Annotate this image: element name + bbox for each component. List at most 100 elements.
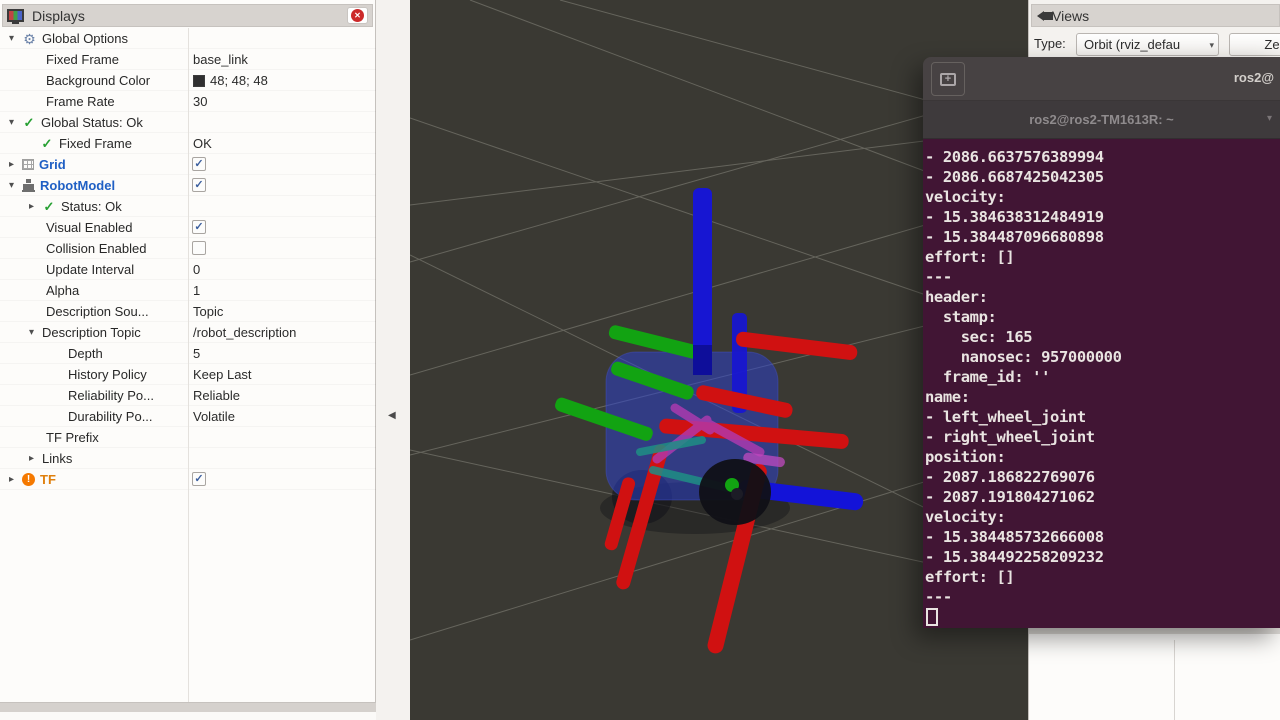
property-column-divider[interactable] bbox=[188, 28, 189, 702]
property-label: Alpha bbox=[46, 281, 79, 301]
property-value-text: OK bbox=[193, 134, 212, 154]
property-value[interactable]: base_link bbox=[193, 49, 248, 70]
terminal-line: - 15.384485732666008 bbox=[925, 527, 1280, 547]
expand-arrow-right-icon[interactable]: ▸ bbox=[26, 197, 37, 217]
property-label: Fixed Frame bbox=[59, 134, 132, 154]
property-label: Background Color bbox=[46, 71, 150, 91]
property-label: Global Status: Ok bbox=[41, 113, 143, 133]
displays-panel-title: Displays bbox=[32, 8, 85, 24]
displays-panel: Displays ✕ ▾⚙Global OptionsFixed Frameba… bbox=[0, 0, 376, 720]
expand-arrow-right-icon[interactable]: ▸ bbox=[6, 155, 17, 175]
property-label: RobotModel bbox=[40, 176, 115, 196]
property-name-cell: Description Sou... bbox=[0, 301, 188, 322]
terminal-tab-title: ros2@ros2-TM1613R: ~ bbox=[1029, 112, 1174, 127]
terminal-output[interactable]: - 2086.6637576389994- 2086.6687425042305… bbox=[923, 139, 1280, 628]
checkbox[interactable]: ✓ bbox=[192, 472, 206, 486]
terminal-line: effort: [] bbox=[925, 247, 1280, 267]
property-value[interactable]: 5 bbox=[193, 343, 200, 364]
property-value-text: Reliable bbox=[193, 386, 240, 406]
warn-icon: ! bbox=[22, 473, 35, 486]
terminal-line: - 15.384492258209232 bbox=[925, 547, 1280, 567]
property-name-cell: History Policy bbox=[0, 364, 188, 385]
checkbox[interactable]: ✓ bbox=[192, 220, 206, 234]
panel-splitter[interactable] bbox=[0, 702, 376, 712]
property-value[interactable]: 30 bbox=[193, 91, 207, 112]
terminal-tab-bar[interactable]: ros2@ros2-TM1613R: ~ ▾ bbox=[923, 101, 1280, 139]
terminal-line: - right_wheel_joint bbox=[925, 427, 1280, 447]
views-list-area[interactable] bbox=[1029, 628, 1280, 720]
displays-panel-header[interactable]: Displays ✕ bbox=[2, 4, 373, 27]
property-label: Collision Enabled bbox=[46, 239, 146, 259]
property-value[interactable]: 1 bbox=[193, 280, 200, 301]
views-panel-header[interactable]: Views bbox=[1031, 4, 1280, 27]
property-label: Fixed Frame bbox=[46, 50, 119, 70]
property-value-text: 1 bbox=[193, 281, 200, 301]
views-list-divider bbox=[1174, 640, 1175, 720]
new-tab-button[interactable]: + bbox=[931, 62, 965, 96]
property-value-text: /robot_description bbox=[193, 323, 296, 343]
displays-close-button[interactable]: ✕ bbox=[347, 7, 368, 24]
property-name-cell: ▾ RobotModel bbox=[0, 175, 188, 196]
property-value[interactable]: Keep Last bbox=[193, 364, 252, 385]
tab-chevron-down-icon[interactable]: ▾ bbox=[1267, 113, 1272, 124]
property-value[interactable]: Topic bbox=[193, 301, 223, 322]
color-swatch bbox=[193, 75, 205, 87]
terminal-line: - 2087.191804271062 bbox=[925, 487, 1280, 507]
gear-icon: ⚙ bbox=[22, 29, 37, 49]
property-name-cell: ▸✓Status: Ok bbox=[0, 196, 188, 217]
property-value[interactable]: 48; 48; 48 bbox=[193, 70, 268, 91]
views-panel-title: Views bbox=[1052, 8, 1089, 24]
expand-arrow-right-icon[interactable]: ▸ bbox=[26, 449, 37, 469]
terminal-line: nanosec: 957000000 bbox=[925, 347, 1280, 367]
terminal-line: position: bbox=[925, 447, 1280, 467]
terminal-window[interactable]: + ros2@ ros2@ros2-TM1613R: ~ ▾ - 2086.66… bbox=[923, 57, 1280, 628]
terminal-line: - 2086.6637576389994 bbox=[925, 147, 1280, 167]
checkbox[interactable] bbox=[192, 241, 206, 255]
close-icon: ✕ bbox=[351, 9, 364, 22]
property-label: Frame Rate bbox=[46, 92, 115, 112]
expand-arrow-down-icon[interactable]: ▾ bbox=[26, 323, 37, 343]
terminal-line: frame_id: '' bbox=[925, 367, 1280, 387]
property-value-text: Volatile bbox=[193, 407, 235, 427]
views-type-row: Type: Orbit (rviz_defau ▾ Ze bbox=[1029, 30, 1280, 57]
property-label: Grid bbox=[39, 155, 66, 175]
property-value-text: Topic bbox=[193, 302, 223, 322]
property-name-cell: ▸! TF bbox=[0, 469, 188, 490]
property-label: TF Prefix bbox=[46, 428, 99, 448]
property-value[interactable]: Reliable bbox=[193, 385, 240, 406]
property-name-cell: Update Interval bbox=[0, 259, 188, 280]
terminal-line: velocity: bbox=[925, 507, 1280, 527]
terminal-headerbar[interactable]: + ros2@ bbox=[923, 57, 1280, 101]
terminal-line: stamp: bbox=[925, 307, 1280, 327]
terminal-line: - 15.384487096680898 bbox=[925, 227, 1280, 247]
checkbox[interactable]: ✓ bbox=[192, 157, 206, 171]
expand-arrow-down-icon[interactable]: ▾ bbox=[6, 29, 17, 49]
view-type-dropdown[interactable]: Orbit (rviz_defau ▾ bbox=[1076, 33, 1219, 56]
property-name-cell: ▾⚙Global Options bbox=[0, 28, 188, 49]
property-name-cell: ✓Fixed Frame bbox=[0, 133, 188, 154]
property-label: Status: Ok bbox=[61, 197, 122, 217]
collapse-panel-arrow-icon[interactable]: ◀ bbox=[388, 410, 396, 421]
view-type-label: Type: bbox=[1034, 36, 1066, 51]
property-label: TF bbox=[40, 470, 56, 490]
terminal-line: effort: [] bbox=[925, 567, 1280, 587]
terminal-line: sec: 165 bbox=[925, 327, 1280, 347]
expand-arrow-down-icon[interactable]: ▾ bbox=[6, 176, 17, 196]
property-value[interactable]: OK bbox=[193, 133, 212, 154]
terminal-line: - left_wheel_joint bbox=[925, 407, 1280, 427]
checkbox[interactable]: ✓ bbox=[192, 178, 206, 192]
expand-arrow-down-icon[interactable]: ▾ bbox=[6, 113, 17, 133]
terminal-line: velocity: bbox=[925, 187, 1280, 207]
terminal-line: --- bbox=[925, 267, 1280, 287]
expand-arrow-right-icon[interactable]: ▸ bbox=[6, 470, 17, 490]
property-name-cell: TF Prefix bbox=[0, 427, 188, 448]
property-label: Links bbox=[42, 449, 72, 469]
property-name-cell: Fixed Frame bbox=[0, 49, 188, 70]
property-label: Global Options bbox=[42, 29, 128, 49]
property-value[interactable]: Volatile bbox=[193, 406, 235, 427]
property-value[interactable]: /robot_description bbox=[193, 322, 296, 343]
robot-icon bbox=[22, 179, 35, 192]
property-label: Description Topic bbox=[42, 323, 141, 343]
zero-button[interactable]: Ze bbox=[1229, 33, 1280, 56]
property-value[interactable]: 0 bbox=[193, 259, 200, 280]
